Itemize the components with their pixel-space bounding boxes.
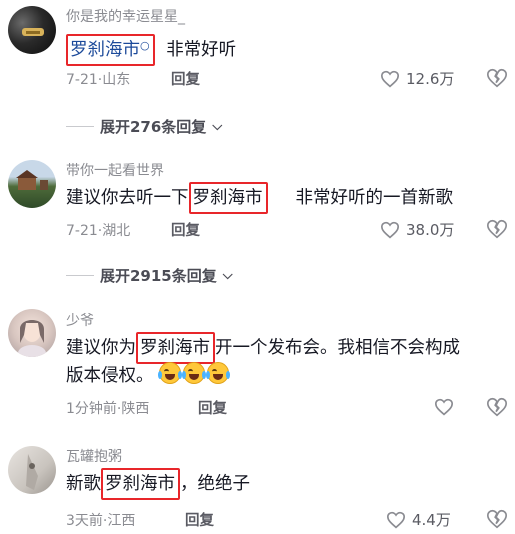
- heart-icon: [380, 70, 400, 87]
- comment-username[interactable]: 少爷: [66, 310, 94, 330]
- like-button[interactable]: 38.0万: [380, 219, 454, 240]
- comment-text: 建议你为 罗刹海市 开一个发布会。我相信不会构成: [66, 332, 460, 364]
- comment-location: 陕西: [121, 401, 150, 417]
- comment-text: 罗刹海市○ 非常好听: [66, 30, 236, 66]
- comment-username[interactable]: 带你一起看世界: [66, 160, 164, 180]
- avatar[interactable]: [8, 446, 56, 494]
- comment-text-line2: 版本侵权。: [66, 361, 231, 392]
- reply-button[interactable]: 回复: [171, 68, 200, 89]
- comment-meta: 1分钟前·陕西: [66, 401, 150, 417]
- dislike-icon[interactable]: [486, 396, 508, 418]
- laugh-cry-emoji: [206, 362, 231, 384]
- laugh-cry-emoji: [158, 362, 183, 384]
- highlighted-keyword[interactable]: 罗刹海市: [101, 468, 180, 500]
- avatar[interactable]: [8, 309, 56, 357]
- divider-line: [66, 126, 94, 127]
- dislike-icon[interactable]: [486, 67, 508, 89]
- comment-date: 3天前: [66, 513, 103, 529]
- avatar[interactable]: [8, 160, 56, 208]
- heart-icon: [386, 511, 406, 528]
- like-heart-icon[interactable]: [434, 398, 454, 416]
- like-button[interactable]: 12.6万: [380, 68, 454, 89]
- reply-button[interactable]: 回复: [171, 219, 200, 240]
- expand-replies-button[interactable]: 展开2915条回复 ⌵: [66, 265, 233, 286]
- comment-meta: 3天前·江西: [66, 513, 136, 529]
- comment-date: 7-21: [66, 223, 98, 239]
- comment-meta: 7-21·湖北: [66, 223, 131, 239]
- heart-icon: [380, 221, 400, 238]
- comment-location: 湖北: [102, 223, 131, 239]
- comment-username[interactable]: 瓦罐抱粥: [66, 446, 122, 466]
- comment-location: 山东: [102, 72, 131, 88]
- comment-text-after: 非常好听: [166, 40, 237, 60]
- expand-replies-button[interactable]: 展开276条回复 ⌵: [66, 116, 222, 137]
- like-count: 12.6万: [406, 70, 455, 88]
- chevron-down-icon: ⌵: [222, 268, 233, 283]
- comment-username[interactable]: 你是我的幸运星星_: [66, 6, 185, 26]
- highlighted-keyword[interactable]: 罗刹海市○: [66, 34, 155, 66]
- comment-date: 7-21: [66, 72, 98, 88]
- dislike-icon[interactable]: [486, 508, 508, 530]
- highlighted-keyword[interactable]: 罗刹海市: [136, 332, 215, 364]
- dislike-icon[interactable]: [486, 218, 508, 240]
- search-icon: ○: [140, 39, 150, 52]
- like-count: 4.4万: [412, 511, 451, 529]
- like-button[interactable]: 4.4万: [386, 509, 451, 530]
- divider-line: [66, 275, 94, 276]
- like-count: 38.0万: [406, 221, 455, 239]
- reply-button[interactable]: 回复: [198, 397, 227, 418]
- comment-date: 1分钟前: [66, 401, 117, 417]
- chevron-down-icon: ⌵: [212, 119, 223, 134]
- comment-text: 新歌 罗刹海市 ，绝绝子: [66, 468, 250, 500]
- avatar[interactable]: [8, 6, 56, 54]
- comment-text: 建议你去听一下 罗刹海市 非常好听的一首新歌: [66, 182, 453, 214]
- laugh-cry-emoji: [182, 362, 207, 384]
- keyword-link[interactable]: 罗刹海市: [70, 40, 140, 60]
- reply-button[interactable]: 回复: [185, 509, 214, 530]
- highlighted-keyword[interactable]: 罗刹海市: [188, 182, 268, 214]
- comment-meta: 7-21·山东: [66, 72, 131, 88]
- comment-location: 江西: [107, 513, 136, 529]
